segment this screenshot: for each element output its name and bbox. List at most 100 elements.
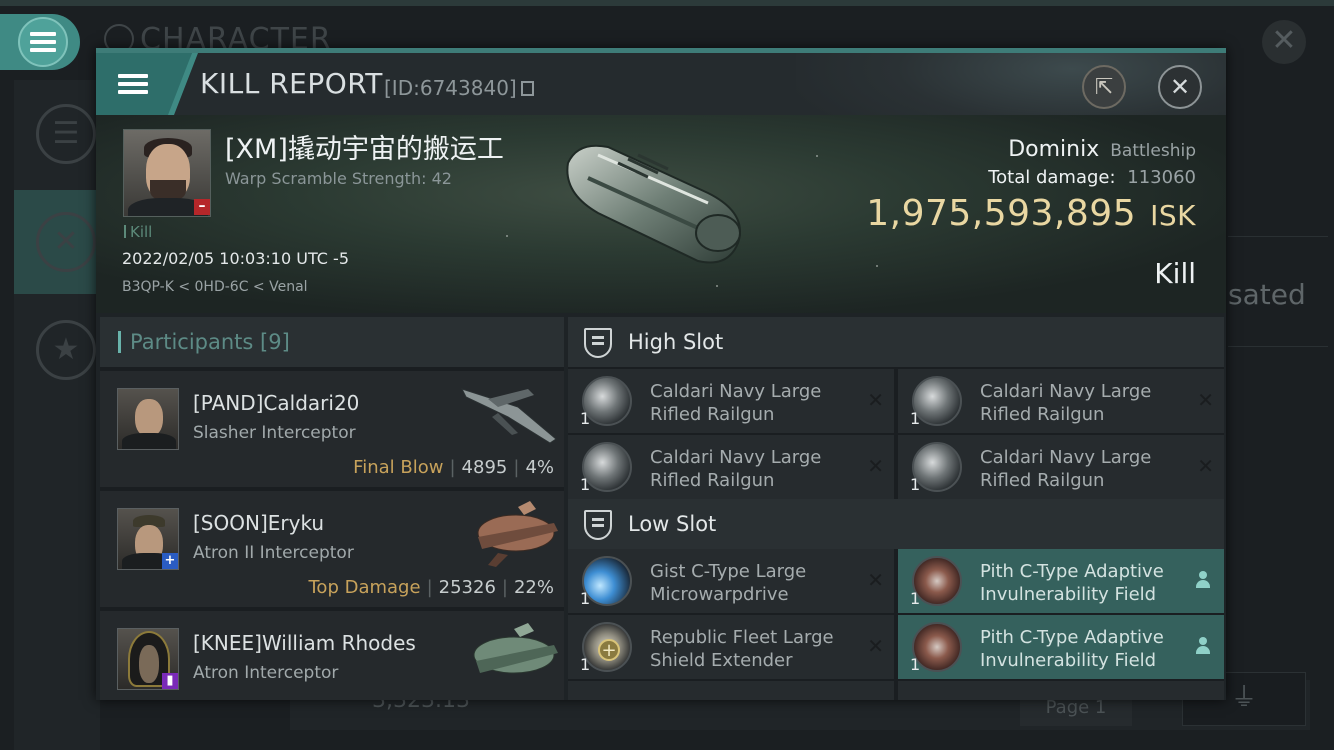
participant-damage: 25326	[438, 577, 496, 598]
module-quantity: 1	[580, 475, 591, 494]
main-menu-button[interactable]	[0, 14, 80, 70]
module-name: Republic Fleet Large Shield Extender	[650, 627, 834, 671]
low-slot-icon	[584, 510, 612, 540]
participant-row[interactable]: + [SOON]Eryku Atron II Interceptor Top D…	[100, 491, 564, 607]
atron-ii-ship-icon	[477, 501, 558, 567]
participant-damage: 4895	[461, 457, 508, 478]
module-row[interactable]: 1 Gist C-Type Large Microwarpdrive ✕	[568, 549, 894, 613]
participants-header[interactable]: Participants [9]	[100, 317, 564, 367]
atron-ship-icon	[473, 623, 558, 674]
victim-ship[interactable]: Dominix Battleship	[1008, 137, 1196, 162]
module-name: Caldari Navy Large Rifled Railgun	[650, 381, 822, 425]
participant-name: [SOON]Eryku	[193, 511, 325, 535]
close-icon: ✕	[1169, 73, 1191, 101]
module-row[interactable]: + 1 Republic Fleet Large Shield Extender…	[568, 615, 894, 679]
menu-icon	[118, 70, 148, 98]
isk-amount: 1,975,593,895	[866, 193, 1137, 234]
kill-id-label: [ID:6743840]	[384, 76, 517, 100]
participants-count: [9]	[260, 330, 290, 354]
module-row-partial[interactable]	[568, 681, 894, 700]
module-name: Pith C-Type Adaptive Invulnerability Fie…	[980, 561, 1164, 605]
victim-ship-name: Dominix	[1008, 137, 1100, 162]
module-row[interactable]: 1 Caldari Navy Large Rifled Railgun ✕	[898, 435, 1224, 499]
participant-percent: 4%	[525, 457, 554, 478]
high-slot-header: High Slot	[568, 317, 1224, 367]
kill-tag-label: Kill	[130, 223, 153, 241]
participant-name: [PAND]Caldari20	[193, 391, 360, 415]
kill-id: [ID:6743840]	[384, 76, 534, 100]
list-icon[interactable]: ☰	[36, 104, 96, 164]
fleet-plus-icon: +	[162, 553, 178, 569]
background-sidebar	[14, 80, 100, 750]
participants-panel: Participants [9] [PAND]Caldari20 Slasher…	[100, 317, 564, 700]
negative-standing-icon: –	[194, 199, 210, 215]
module-row[interactable]: 1 Caldari Navy Large Rifled Railgun ✕	[898, 369, 1224, 433]
modal-header: KILL REPORT [ID:6743840] ⇱ ✕	[96, 53, 1226, 115]
module-row[interactable]: 1 Caldari Navy Large Rifled Railgun ✕	[568, 369, 894, 433]
victim-name[interactable]: [XM]撬动宇宙的搬运工	[225, 127, 504, 166]
high-slot-icon	[584, 328, 612, 358]
participant-role: Top Damage	[308, 577, 421, 598]
kill-result: Kill	[1154, 257, 1196, 290]
crossed-swords-icon[interactable]: ✕	[36, 212, 96, 272]
background-right-text: sated	[1228, 278, 1306, 311]
module-name: Caldari Navy Large Rifled Railgun	[650, 447, 822, 491]
menu-icon	[18, 17, 68, 67]
participant-percent: 22%	[513, 577, 554, 598]
destroyed-icon: ✕	[867, 634, 884, 658]
low-slot-label: Low Slot	[628, 512, 717, 536]
external-link-icon: ⇱	[1094, 74, 1114, 100]
star-badge-icon[interactable]: ★	[36, 320, 96, 380]
participant-ship: Atron II Interceptor	[193, 543, 354, 563]
share-button[interactable]: ⇱	[1082, 65, 1126, 109]
warp-scramble-strength: Warp Scramble Strength: 42	[225, 169, 452, 188]
close-button[interactable]: ✕	[1158, 65, 1202, 109]
module-name: Caldari Navy Large Rifled Railgun	[980, 381, 1152, 425]
dropped-person-icon	[1196, 637, 1210, 655]
kill-tag: Kill	[124, 223, 152, 241]
destroyed-icon: ✕	[1197, 454, 1214, 478]
high-slot-label: High Slot	[628, 330, 724, 354]
kill-location[interactable]: B3QP-K < 0HD-6C < Venal	[122, 279, 308, 295]
background-divider	[1228, 346, 1328, 347]
participant-stats: Top Damage | 25326 | 22%	[308, 577, 555, 598]
module-row[interactable]: 1 Caldari Navy Large Rifled Railgun ✕	[568, 435, 894, 499]
isk-value: 1,975,593,895 ISK	[866, 193, 1196, 234]
background-divider	[1228, 236, 1328, 237]
isk-unit: ISK	[1150, 199, 1196, 232]
module-row-partial[interactable]	[898, 681, 1224, 700]
copy-icon[interactable]	[520, 81, 534, 96]
module-name: Caldari Navy Large Rifled Railgun	[980, 447, 1152, 491]
participants-label: Participants	[130, 330, 254, 354]
victim-banner: – Kill 2022/02/05 10:03:10 UTC -5 B3QP-K…	[96, 115, 1226, 313]
background-close-button[interactable]: ✕	[1262, 20, 1306, 64]
victim-ship-render[interactable]	[558, 133, 758, 273]
total-damage-value: 113060	[1127, 167, 1196, 188]
participant-ship: Slasher Interceptor	[193, 423, 356, 443]
background-top-bar	[0, 0, 1334, 6]
module-row[interactable]: 1 Pith C-Type Adaptive Invulnerability F…	[898, 615, 1224, 679]
participant-name: [KNEE]William Rhodes	[193, 631, 416, 655]
kill-datetime: 2022/02/05 10:03:10 UTC -5	[122, 249, 350, 268]
total-damage: Total damage: 113060	[988, 167, 1196, 188]
module-quantity: 1	[910, 655, 921, 674]
destroyed-icon: ✕	[867, 388, 884, 412]
kill-report-modal: KILL REPORT [ID:6743840] ⇱ ✕ – Kill 2022…	[96, 48, 1226, 700]
module-name: Pith C-Type Adaptive Invulnerability Fie…	[980, 627, 1164, 671]
module-quantity: 1	[910, 475, 921, 494]
participant-row[interactable]: [PAND]Caldari20 Slasher Interceptor Fina…	[100, 371, 564, 487]
participant-role: Final Blow	[353, 457, 444, 478]
page-title: KILL REPORT	[200, 67, 383, 100]
modal-menu-button[interactable]	[96, 53, 192, 115]
low-slot-header: Low Slot	[568, 499, 1224, 549]
module-name: Gist C-Type Large Microwarpdrive	[650, 561, 807, 605]
participant-row[interactable]: ▮ [KNEE]William Rhodes Atron Interceptor	[100, 611, 564, 700]
module-quantity: 1	[580, 589, 591, 608]
plus-icon: +	[598, 639, 620, 661]
participant-ship: Atron Interceptor	[193, 663, 339, 683]
slasher-ship-icon	[461, 388, 557, 444]
victim-ship-class: Battleship	[1110, 141, 1196, 161]
module-row[interactable]: 1 Pith C-Type Adaptive Invulnerability F…	[898, 549, 1224, 613]
module-quantity: 1	[910, 409, 921, 428]
destroyed-icon: ✕	[867, 454, 884, 478]
